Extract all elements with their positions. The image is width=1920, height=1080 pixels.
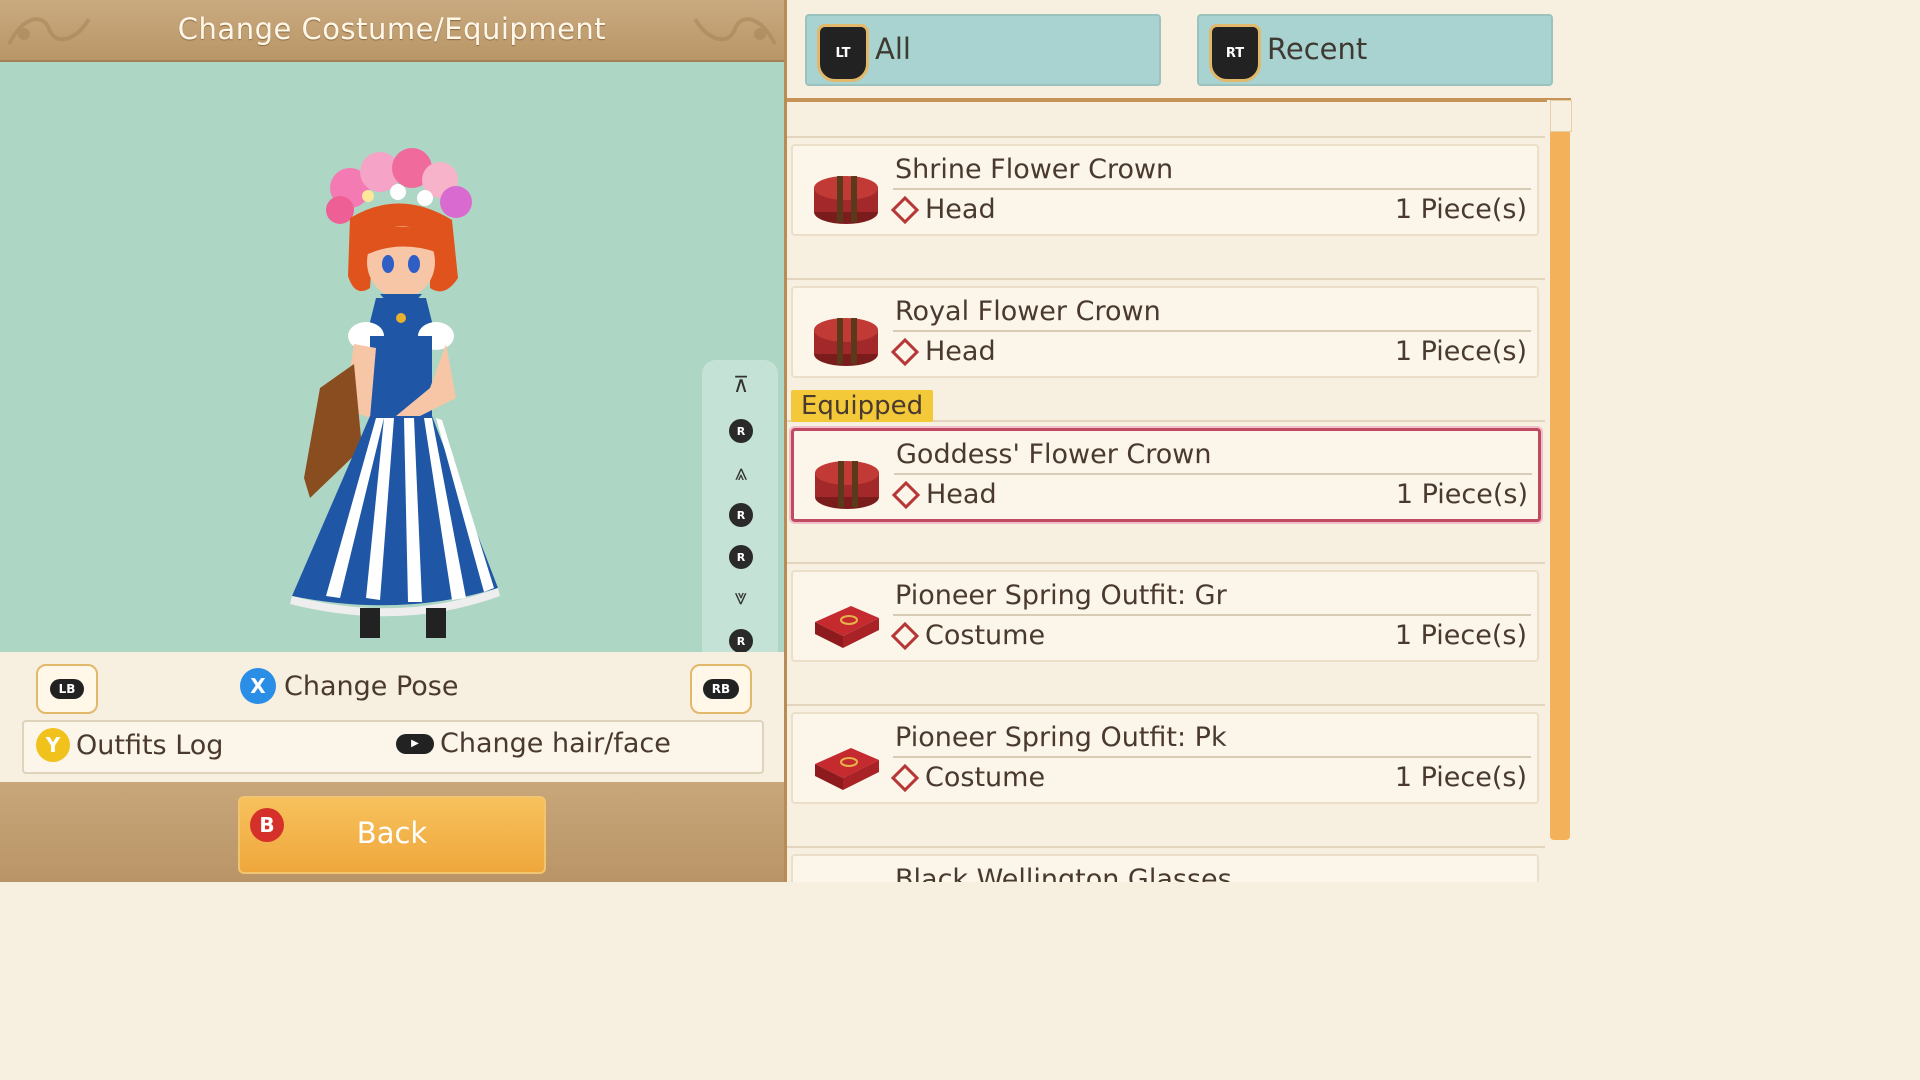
list-item[interactable]: Black Wellington Glasses <box>791 854 1539 882</box>
diamond-icon <box>890 763 920 792</box>
item-name: Pioneer Spring Outfit: Pk <box>895 722 1227 753</box>
list-item[interactable]: Shrine Flower Crown Head 1 Piece(s) <box>791 144 1539 236</box>
list-item[interactable]: Pioneer Spring Outfit: Gr Costume 1 Piec… <box>791 570 1539 662</box>
tab-label: Recent <box>1267 32 1368 66</box>
diamond-icon <box>891 480 921 509</box>
filter-tabs: LT All RT Recent <box>787 0 1571 102</box>
scrollbar-track <box>1550 100 1570 840</box>
divider <box>893 614 1531 616</box>
item-quantity: 1 Piece(s) <box>1394 762 1527 793</box>
list-scrollbar[interactable] <box>1547 100 1572 882</box>
secondary-controls: Y Outfits Log ▶ Change hair/face <box>22 720 764 774</box>
page-title: Change Costume/Equipment <box>177 12 607 46</box>
rstick-left-icon[interactable]: R <box>726 500 756 530</box>
diamond-icon <box>890 195 920 224</box>
character-model <box>290 148 500 638</box>
item-category: Head <box>890 194 996 225</box>
item-name: Royal Flower Crown <box>895 296 1161 327</box>
divider <box>787 278 1545 280</box>
diamond-icon <box>890 337 920 366</box>
rb-button[interactable]: RB <box>690 664 752 714</box>
rstick-right-icon[interactable]: R <box>726 542 756 572</box>
tab-recent[interactable]: RT Recent <box>1197 14 1553 86</box>
title-bar: Change Costume/Equipment <box>0 0 784 62</box>
item-name: Goddess' Flower Crown <box>896 439 1212 470</box>
clothes-box-icon <box>815 748 879 790</box>
item-name: Black Wellington Glasses <box>895 864 1232 882</box>
back-button[interactable]: B Back <box>238 796 546 874</box>
change-hair-face-label: Change hair/face <box>440 728 671 759</box>
back-label: Back <box>356 816 428 850</box>
ornament-icon <box>693 17 777 45</box>
change-pose-button[interactable]: X Change Pose <box>240 668 458 704</box>
list-item-equipped[interactable]: Goddess' Flower Crown Head 1 Piece(s) <box>791 428 1541 522</box>
list-item[interactable]: Pioneer Spring Outfit: Pk Costume 1 Piec… <box>791 712 1539 804</box>
hatbox-icon <box>815 461 879 509</box>
divider <box>787 846 1545 848</box>
diamond-icon <box>890 621 920 650</box>
divider <box>893 188 1531 190</box>
tab-label: All <box>875 32 911 66</box>
item-quantity: 1 Piece(s) <box>1395 479 1528 510</box>
item-name: Shrine Flower Crown <box>895 154 1174 185</box>
character-viewer[interactable]: ⊼ R ⩓ R R ⩔ R ⊻ <box>0 62 784 710</box>
divider <box>894 473 1532 475</box>
item-quantity: 1 Piece(s) <box>1394 336 1527 367</box>
footer: B Back <box>0 782 784 882</box>
outfits-log-button[interactable]: Y Outfits Log <box>36 728 223 762</box>
outfits-log-label: Outfits Log <box>76 729 224 761</box>
change-pose-label: Change Pose <box>284 670 459 702</box>
zoom-out-icon[interactable]: ⩔ <box>726 582 756 612</box>
list-item[interactable]: Royal Flower Crown Head 1 Piece(s) <box>791 286 1539 378</box>
item-category: Costume <box>890 620 1045 651</box>
item-quantity: 1 Piece(s) <box>1394 194 1527 225</box>
scroll-top-icon[interactable]: ⊼ <box>726 370 756 400</box>
stick-right-icon: ▶ <box>396 733 434 754</box>
divider <box>893 330 1531 332</box>
change-hair-face-button[interactable]: ▶ Change hair/face <box>396 728 671 759</box>
y-button-icon: Y <box>36 728 70 762</box>
divider <box>787 704 1545 706</box>
item-quantity: 1 Piece(s) <box>1394 620 1527 651</box>
divider <box>787 136 1545 138</box>
rstick-up-icon[interactable]: R <box>726 416 756 446</box>
divider <box>787 562 1545 564</box>
item-name: Pioneer Spring Outfit: Gr <box>895 580 1227 611</box>
character-panel: Change Costume/Equipment ⊼ R ⩓ R R ⩔ R L… <box>0 0 784 882</box>
item-category: Head <box>891 479 997 510</box>
hatbox-icon <box>814 318 878 366</box>
item-category: Costume <box>890 762 1045 793</box>
lt-trigger-icon: LT <box>817 24 869 82</box>
item-list[interactable]: Shrine Flower Crown Head 1 Piece(s) Roya… <box>787 100 1545 882</box>
divider <box>893 756 1531 758</box>
tab-all[interactable]: LT All <box>805 14 1161 86</box>
lb-button[interactable]: LB <box>36 664 98 714</box>
zoom-in-icon[interactable]: ⩓ <box>726 458 756 488</box>
item-panel: LT All RT Recent Shrine Flower Crown Hea… <box>784 0 1572 882</box>
scrollbar-thumb[interactable] <box>1550 100 1572 132</box>
item-category: Head <box>890 336 996 367</box>
hatbox-icon <box>814 176 878 224</box>
clothes-box-icon <box>815 606 879 648</box>
control-bar: LB X Change Pose RB Y Outfits Log ▶ Chan… <box>0 652 784 782</box>
equipped-badge: Equipped <box>791 390 934 422</box>
x-button-icon: X <box>240 668 276 704</box>
rt-trigger-icon: RT <box>1209 24 1261 82</box>
